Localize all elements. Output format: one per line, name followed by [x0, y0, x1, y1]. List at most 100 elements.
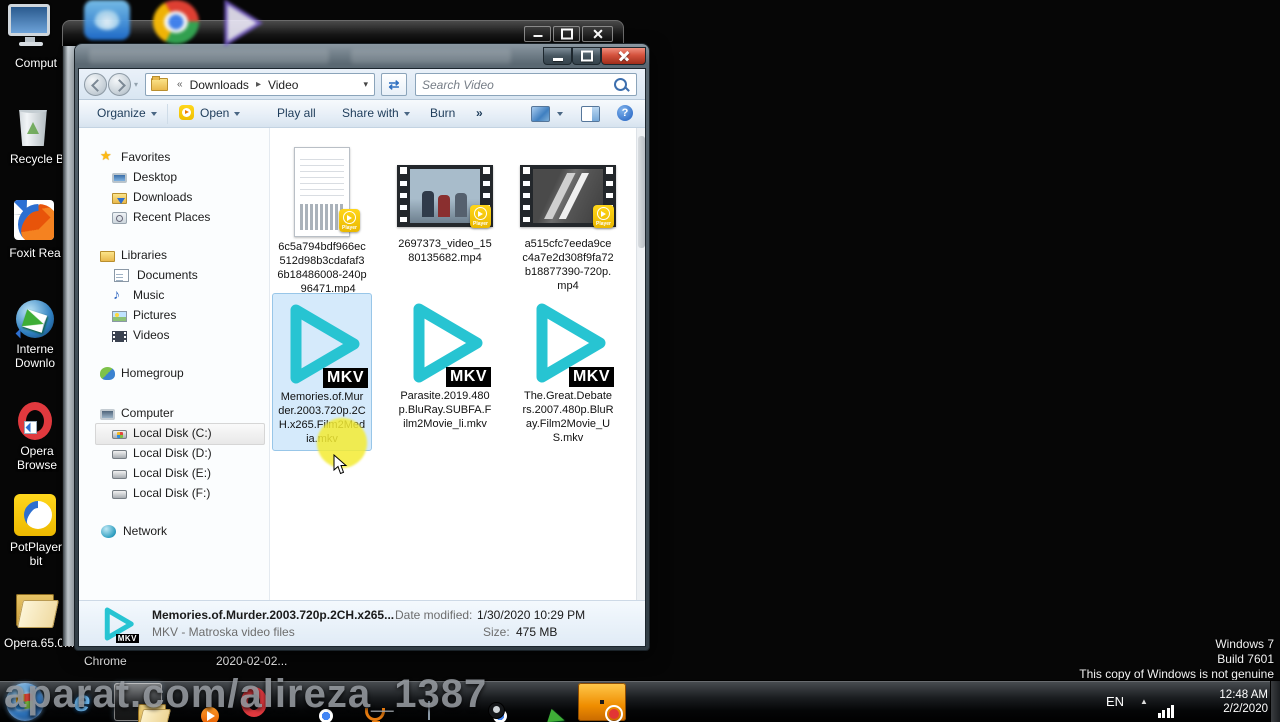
- videos-icon: [112, 330, 127, 342]
- sidebar-item-recent-places[interactable]: Recent Places: [112, 207, 292, 227]
- close-button[interactable]: [582, 26, 613, 42]
- close-button[interactable]: [601, 47, 646, 65]
- play-all-button[interactable]: Play all: [277, 106, 316, 120]
- music-icon: [112, 286, 127, 303]
- sidebar-item-libraries[interactable]: Libraries: [100, 245, 280, 265]
- file-tile-mp4-2[interactable]: Player 2697373_video_15 80135682.mp4: [395, 147, 495, 291]
- pictures-icon: [112, 310, 127, 322]
- scrollbar-thumb[interactable]: [638, 136, 645, 248]
- file-tile-mkv-selected[interactable]: MKV Memories.of.Mur der.2003.720p.2C H.x…: [272, 293, 372, 475]
- recycle-bin-icon: [19, 110, 47, 146]
- sidebar-item-downloads[interactable]: Downloads: [112, 187, 292, 207]
- burn-button[interactable]: Burn: [430, 106, 455, 120]
- sidebar-item-disk-e[interactable]: Local Disk (E:): [112, 463, 292, 483]
- minimize-button[interactable]: [524, 26, 551, 42]
- forward-button[interactable]: [108, 73, 131, 96]
- maximize-button[interactable]: [553, 26, 580, 42]
- downloads-icon: [112, 193, 127, 204]
- maximize-button[interactable]: [572, 47, 601, 65]
- sidebar-item-homegroup[interactable]: Homegroup: [100, 363, 280, 383]
- network-signal-icon[interactable]: [1158, 681, 1174, 722]
- sidebar-item-network[interactable]: Network: [100, 521, 280, 541]
- open-button[interactable]: Open: [200, 106, 241, 120]
- dropdown-arrow-icon: [403, 111, 410, 116]
- mkv-file-icon: MKV: [97, 605, 139, 643]
- potplayer-open-icon: [179, 105, 194, 120]
- system-drive-icon: [112, 430, 127, 439]
- clock[interactable]: 12:48 AM 2/2/2020: [1206, 681, 1268, 722]
- breadcrumb-video[interactable]: Video: [266, 78, 300, 92]
- taskbar-idm[interactable]: [520, 683, 568, 721]
- selected-file-type: MKV - Matroska video files: [152, 625, 295, 639]
- homegroup-icon: [100, 367, 115, 380]
- desktop-icon-label: Opera: [20, 444, 54, 458]
- breadcrumb-overflow-icon[interactable]: «: [177, 79, 183, 90]
- drive-icon: [112, 450, 127, 459]
- desktop-icon-label: bit: [29, 554, 43, 568]
- file-tile-mkv-debaters[interactable]: MKV The.Great.Debate rs.2007.480p.BluR a…: [518, 293, 618, 451]
- search-input[interactable]: [416, 77, 614, 92]
- file-tile-mp4-3[interactable]: Player a515cfc7eeda9ce c4a7e2d308f9fa72 …: [518, 147, 618, 292]
- sidebar-item-pictures[interactable]: Pictures: [112, 305, 292, 325]
- minimize-button[interactable]: [543, 47, 572, 65]
- sidebar-item-favorites[interactable]: Favorites: [100, 147, 280, 167]
- explorer-content: ▾ « Downloads ▸ Video ▾ ⇄ Organize: [79, 69, 645, 646]
- player-badge-icon: Player: [470, 205, 491, 228]
- file-tile-mp4-1[interactable]: Player 6c5a794bdf966ec 512d98b3cdafaf3 6…: [272, 147, 372, 295]
- size-label: Size:: [483, 625, 510, 639]
- file-tile-mkv-parasite[interactable]: MKV Parasite.2019.480 p.BluRay.SUBFA.F i…: [395, 293, 495, 451]
- mkv-badge: MKV: [445, 367, 491, 387]
- show-desktop-button[interactable]: [1270, 681, 1280, 722]
- mkv-badge: MKV: [568, 367, 614, 387]
- mkv-file-icon: MKV: [274, 298, 370, 390]
- sidebar-item-computer[interactable]: Computer: [100, 403, 280, 423]
- mkv-badge: MKV: [115, 634, 139, 643]
- desktop-icon-label: Browse: [16, 458, 57, 472]
- sidebar-item-documents[interactable]: Documents: [112, 265, 292, 285]
- desktop-icon-label: PotPlayer: [9, 540, 63, 554]
- desktop-icon-label: Interne: [16, 342, 54, 356]
- tray-date: 2/2/2020: [1223, 703, 1268, 715]
- desktop-icon-label-chrome: Chrome: [84, 654, 127, 668]
- history-dropdown-icon[interactable]: ▾: [134, 80, 138, 89]
- computer-icon: [100, 408, 115, 420]
- refresh-button[interactable]: ⇄: [381, 73, 407, 96]
- sidebar-item-desktop[interactable]: Desktop: [112, 167, 292, 187]
- tray-expand-icon[interactable]: ▲: [1140, 681, 1148, 722]
- player-badge-icon: Player: [339, 209, 360, 232]
- help-icon[interactable]: ?: [617, 105, 633, 121]
- glass-reflection: [351, 49, 511, 64]
- windows-genuine-notice: Windows 7 Build 7601 This copy of Window…: [1079, 637, 1274, 681]
- navigation-pane: Favorites Desktop Downloads Recent Place…: [79, 128, 270, 600]
- back-button[interactable]: [84, 73, 107, 96]
- taskbar-ocam-recorder[interactable]: [578, 683, 626, 721]
- address-dropdown-icon[interactable]: ▾: [363, 79, 368, 90]
- search-box[interactable]: [415, 73, 637, 96]
- details-pane: MKV Memories.of.Murder.2003.720p.2CH.x26…: [79, 600, 645, 646]
- mkv-badge: MKV: [322, 368, 368, 388]
- breadcrumb-downloads[interactable]: Downloads: [188, 78, 251, 92]
- background-window-titlebar[interactable]: [62, 20, 624, 46]
- idm-icon: [16, 300, 54, 338]
- vertical-scrollbar[interactable]: [636, 128, 645, 600]
- dropdown-arrow-icon: [234, 111, 241, 116]
- views-button-icon[interactable]: [531, 106, 550, 122]
- network-icon: [101, 524, 116, 538]
- search-icon[interactable]: [614, 78, 627, 91]
- sidebar-item-disk-d[interactable]: Local Disk (D:): [112, 443, 292, 463]
- share-with-button[interactable]: Share with: [342, 106, 410, 120]
- desktop-icon-label: Downlo: [14, 356, 56, 370]
- breadcrumb[interactable]: « Downloads ▸ Video ▾: [145, 73, 375, 96]
- sidebar-item-videos[interactable]: Videos: [112, 325, 292, 345]
- language-indicator[interactable]: EN: [1106, 681, 1124, 722]
- command-toolbar: Organize Open Play all Share with Burn »…: [79, 100, 645, 128]
- drive-icon: [112, 470, 127, 479]
- organize-button[interactable]: Organize: [97, 106, 157, 120]
- sidebar-item-disk-c[interactable]: Local Disk (C:): [112, 423, 292, 443]
- preview-pane-icon[interactable]: [581, 106, 600, 122]
- sidebar-item-disk-f[interactable]: Local Disk (F:): [112, 483, 292, 503]
- size-value: 475 MB: [516, 625, 558, 639]
- views-dropdown-icon[interactable]: [557, 112, 563, 116]
- sidebar-item-music[interactable]: Music: [112, 285, 292, 305]
- more-commands-button[interactable]: »: [476, 106, 483, 120]
